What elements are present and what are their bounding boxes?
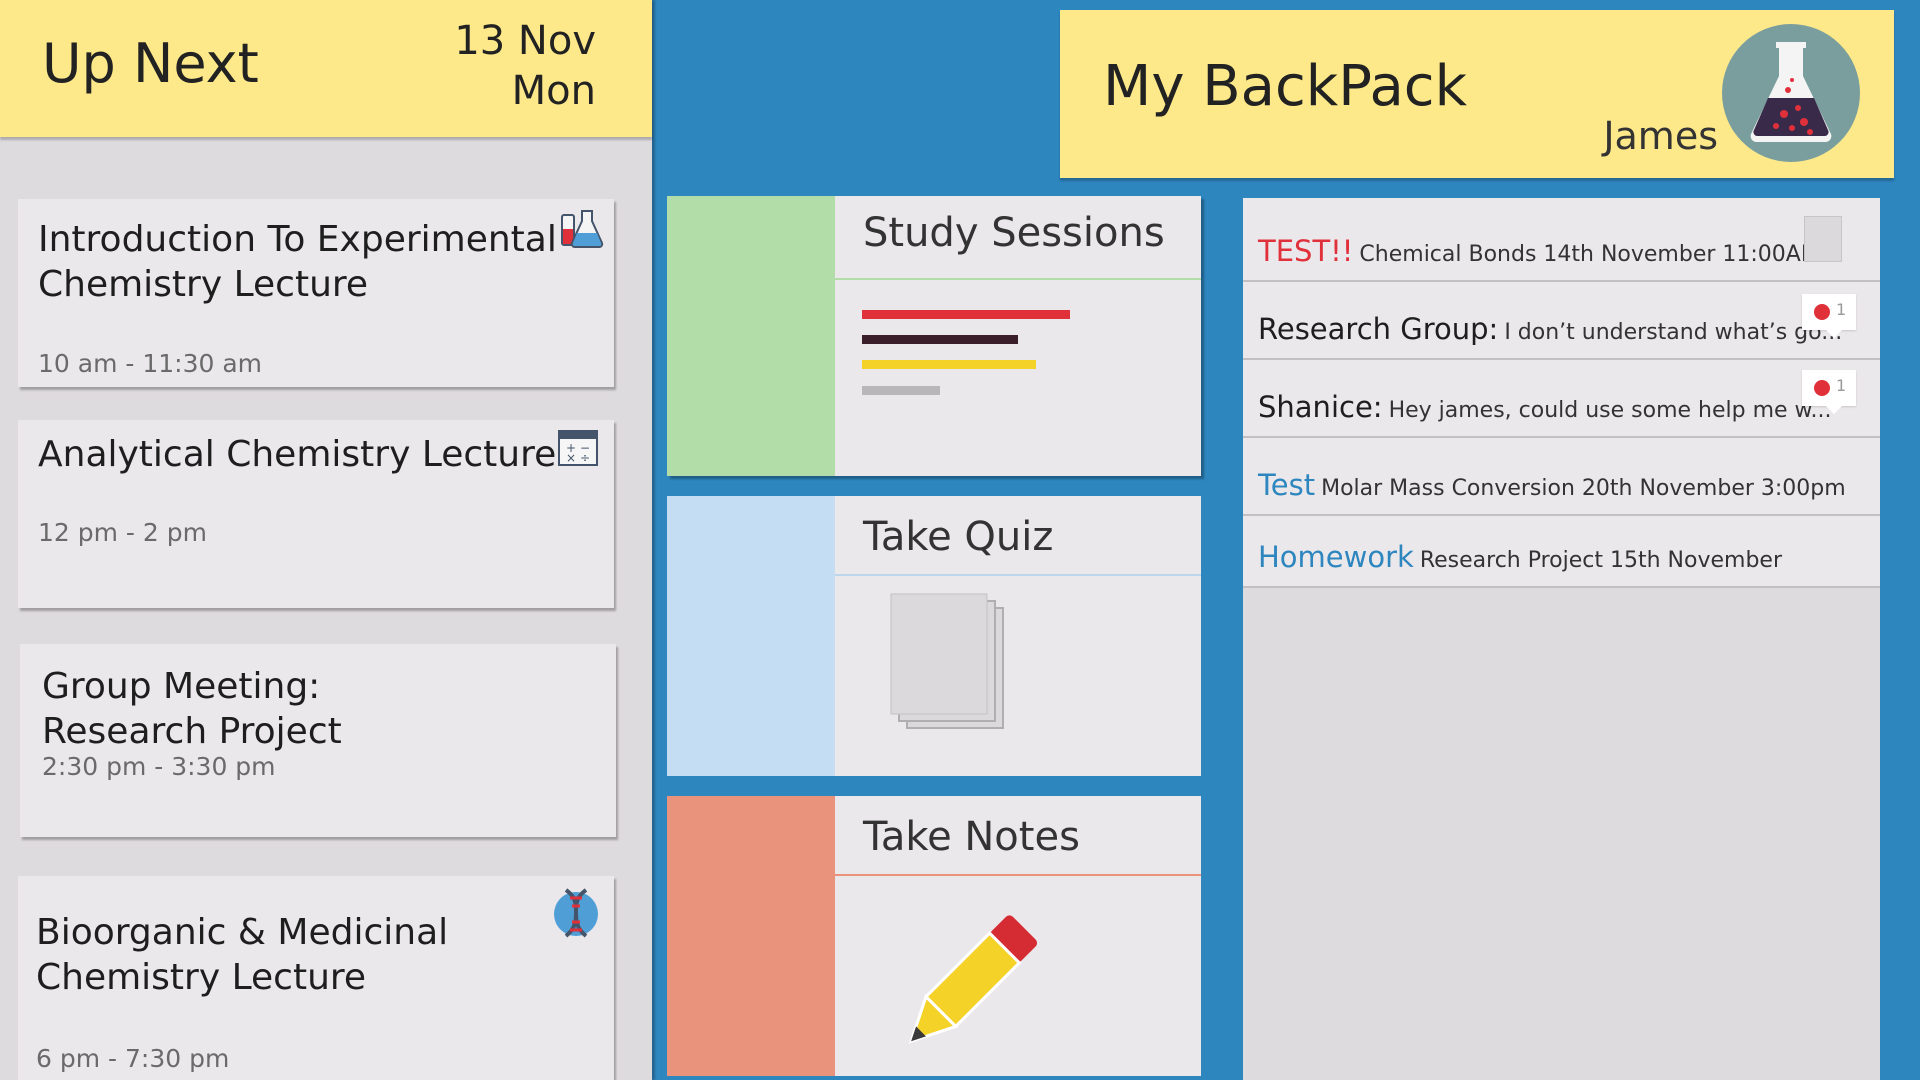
backpack-header: My BackPack James — [1060, 10, 1894, 178]
event-time: 12 pm - 2 pm — [38, 518, 207, 547]
feed-panel: TEST!! Chemical Bonds 14th November 11:00… — [1243, 198, 1880, 1080]
user-name: James — [1603, 114, 1718, 158]
lines-icon — [862, 306, 1074, 402]
up-next-title: Up Next — [42, 32, 259, 95]
notification-dot-icon — [1814, 380, 1830, 396]
up-next-panel: Up Next 13 Nov Mon Introduction To Exper… — [0, 0, 652, 1080]
notification-dot-icon — [1814, 304, 1830, 320]
tile-divider — [835, 574, 1201, 576]
message-count: 1 — [1836, 376, 1847, 395]
header-date: 13 Nov Mon — [454, 16, 596, 116]
event-title: Introduction To Experimental Chemistry L… — [38, 219, 557, 305]
message-badge[interactable]: 1 — [1802, 294, 1856, 338]
feed-detail: Hey james, could use some help me w... — [1388, 398, 1832, 423]
message-count: 1 — [1836, 300, 1847, 319]
event-title: Group Meeting: Research Project — [42, 666, 342, 752]
date-weekday: Mon — [511, 68, 596, 114]
feed-text: TEST!! Chemical Bonds 14th November 11:00… — [1258, 234, 1820, 268]
tile-divider — [835, 278, 1201, 280]
feed-detail: Chemical Bonds 14th November 11:00AM — [1359, 242, 1820, 267]
pencil-icon — [887, 904, 1047, 1068]
take-quiz-tile[interactable]: Take Quiz — [667, 496, 1201, 776]
take-notes-tile[interactable]: Take Notes — [667, 796, 1201, 1076]
event-time: 6 pm - 7:30 pm — [36, 1044, 230, 1073]
calculator-icon: + − × ÷ — [558, 430, 606, 478]
feed-text: Shanice: Hey james, could use some help m… — [1258, 390, 1832, 424]
message-badge[interactable]: 1 — [1802, 370, 1856, 414]
event-card[interactable]: Introduction To Experimental Chemistry L… — [18, 199, 614, 387]
tile-title: Take Quiz — [863, 514, 1054, 560]
feed-item[interactable]: Shanice: Hey james, could use some help m… — [1243, 360, 1880, 438]
tile-title: Take Notes — [863, 814, 1080, 860]
avatar[interactable] — [1722, 24, 1860, 162]
event-card[interactable]: Bioorganic & Medicinal Chemistry Lecture… — [18, 876, 614, 1080]
tile-title: Study Sessions — [863, 210, 1165, 256]
feed-detail: Molar Mass Conversion 20th November 3:00… — [1321, 476, 1846, 501]
feed-tag: TEST!! — [1258, 234, 1354, 268]
study-sessions-tile[interactable]: Study Sessions — [667, 196, 1201, 476]
checkbox[interactable] — [1804, 216, 1842, 262]
feed-tag: Homework — [1258, 540, 1414, 574]
event-title: Bioorganic & Medicinal Chemistry Lecture — [36, 912, 449, 998]
date-day: 13 Nov — [454, 18, 596, 64]
tile-color-strip — [667, 196, 835, 476]
feed-item[interactable]: Homework Research Project 15th November — [1243, 516, 1880, 588]
svg-text:÷: ÷ — [580, 451, 590, 465]
flask-icon — [1746, 42, 1836, 150]
feed-item[interactable]: TEST!! Chemical Bonds 14th November 11:00… — [1243, 198, 1880, 282]
event-card[interactable]: Group Meeting: Research Project 2:30 pm … — [20, 644, 616, 837]
feed-tag: Shanice: — [1258, 390, 1383, 424]
feed-text: Test Molar Mass Conversion 20th November … — [1258, 468, 1846, 502]
feed-text: Research Group: I don’t understand what’s… — [1258, 312, 1842, 346]
tile-color-strip — [667, 796, 835, 1076]
feed-detail: I don’t understand what’s go... — [1504, 320, 1843, 345]
tile-divider — [835, 874, 1201, 876]
feed-item[interactable]: Research Group: I don’t understand what’s… — [1243, 282, 1880, 360]
feed-detail: Research Project 15th November — [1419, 548, 1783, 573]
papers-icon — [887, 592, 1009, 736]
feed-item[interactable]: Test Molar Mass Conversion 20th November … — [1243, 438, 1880, 516]
svg-text:×: × — [566, 451, 576, 465]
up-next-header: Up Next 13 Nov Mon — [0, 0, 652, 137]
event-time: 10 am - 11:30 am — [38, 349, 263, 378]
backpack-title: My BackPack — [1103, 54, 1467, 119]
flask-icon — [558, 205, 606, 253]
tile-color-strip — [667, 496, 835, 776]
feed-tag: Test — [1258, 468, 1316, 502]
dna-icon — [552, 886, 600, 938]
event-time: 2:30 pm - 3:30 pm — [42, 752, 276, 781]
feed-tag: Research Group: — [1258, 312, 1499, 346]
event-title: Analytical Chemistry Lecture — [38, 434, 557, 475]
feed-text: Homework Research Project 15th November — [1258, 540, 1782, 574]
event-card[interactable]: Analytical Chemistry Lecture 12 pm - 2 p… — [18, 420, 614, 608]
